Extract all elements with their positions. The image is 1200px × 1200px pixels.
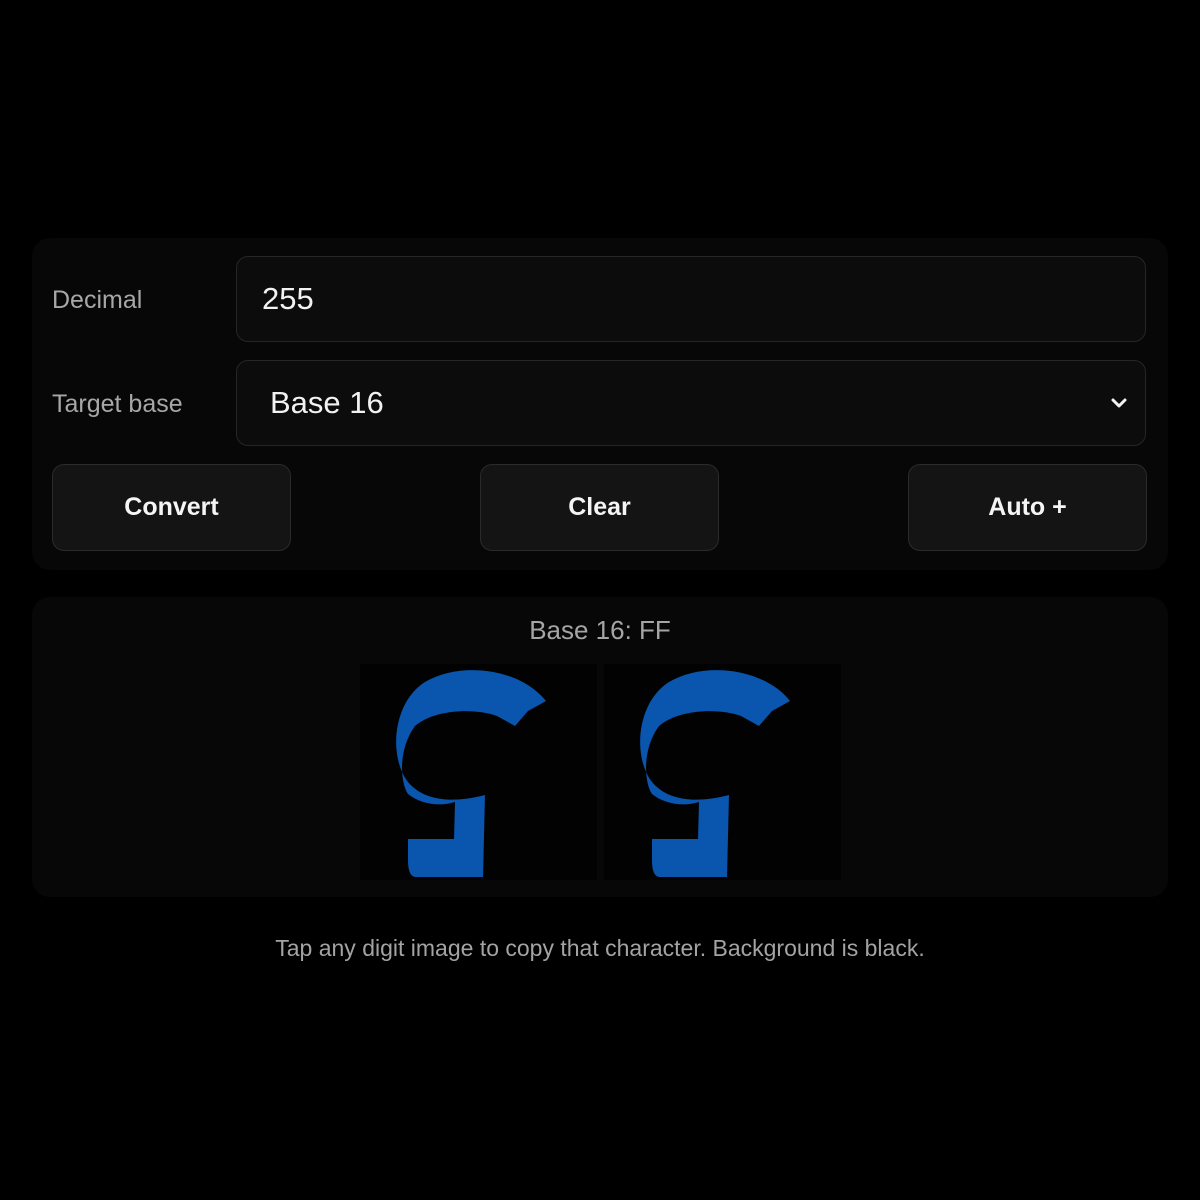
input-panel: Decimal 255 Target base Base 16 Convert …: [32, 238, 1168, 570]
decimal-input[interactable]: 255: [236, 256, 1146, 342]
digit-image[interactable]: [604, 664, 841, 880]
auto-increment-button[interactable]: Auto +: [908, 464, 1147, 551]
decimal-label: Decimal: [52, 286, 143, 314]
digit-glyph-icon: [396, 670, 546, 877]
clear-button[interactable]: Clear: [480, 464, 719, 551]
target-base-row: Target base Base 16: [52, 360, 1148, 448]
converter-page: Decimal 255 Target base Base 16 Convert …: [0, 0, 1200, 1200]
target-base-value: Base 16: [270, 385, 384, 420]
target-base-select[interactable]: Base 16: [236, 360, 1146, 446]
result-panel: Base 16: FF: [32, 597, 1168, 897]
convert-button[interactable]: Convert: [52, 464, 291, 551]
digit-image[interactable]: [360, 664, 597, 880]
result-text: Base 16: FF: [529, 615, 671, 645]
target-base-label: Target base: [52, 390, 183, 418]
decimal-row: Decimal 255: [52, 256, 1148, 344]
chevron-down-icon: [1111, 398, 1127, 408]
hint-text: Tap any digit image to copy that charact…: [275, 935, 925, 961]
digit-glyph-icon: [640, 670, 790, 877]
